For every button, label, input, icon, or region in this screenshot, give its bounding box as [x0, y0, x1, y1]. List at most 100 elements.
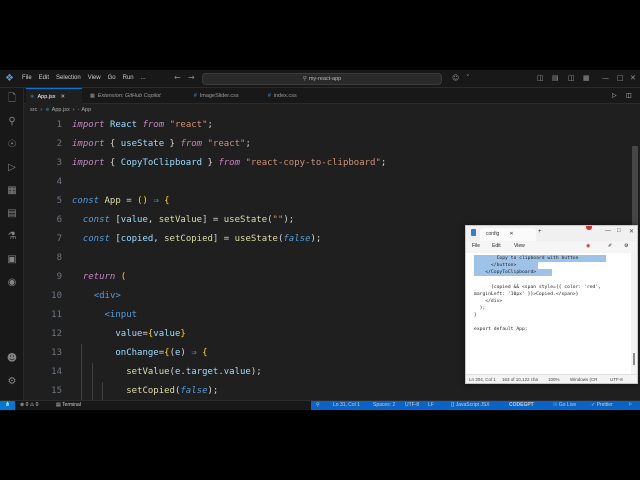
run-play-icon[interactable]: ▷	[612, 92, 617, 100]
notepad-line: marginLeft: '10px' }}>Copied.</span>}	[474, 292, 579, 297]
remote-explorer-icon[interactable]: ▤	[5, 207, 19, 221]
notepad-status-bar: Ln 304, Col 1 163 of 10,122 cha 100% Win…	[466, 374, 637, 383]
terminal-button[interactable]: ▤ Terminal	[56, 401, 81, 410]
code-line: 2 import { useState } from "react";	[56, 139, 251, 149]
css-file-icon: #	[194, 93, 197, 99]
notepad-text-area[interactable]: Copy to clipboard with button </button> …	[466, 253, 631, 374]
menu-selection[interactable]: Selection	[56, 74, 81, 83]
tab-index-css[interactable]: # index.css	[264, 88, 320, 104]
react-icon: ⚛	[30, 94, 35, 100]
notepad-menu-edit[interactable]: Edit	[492, 243, 501, 249]
explorer-icon[interactable]: 🗋	[5, 92, 19, 106]
title-bar: ❖ File Edit Selection View Go Run ... ← …	[0, 70, 640, 88]
command-center-search[interactable]: ⚲ my-react-app	[202, 73, 442, 85]
toggle-secondary-sidebar-icon[interactable]: ◫	[568, 73, 575, 83]
component-icon: ◦	[77, 107, 80, 113]
notepad-line: {copied && <span style={{ color: 'red',	[474, 285, 601, 290]
code-line: 3 import { CopyToClipboard } from "react-…	[56, 158, 387, 168]
codegpt-button[interactable]: CODEGPT	[509, 401, 534, 410]
status-bar: ⋔ ⊗ 0 ⚠ 0 ▤ Terminal ⚲ Ln 31, Col 1 Spac…	[0, 400, 640, 410]
toggle-panel-icon[interactable]: ▤	[552, 73, 559, 83]
code-line: 5 const App = () ⇒ {	[56, 196, 170, 206]
notepad-line: </button>	[474, 263, 517, 268]
code-line: 4	[56, 177, 62, 187]
forward-arrow-icon[interactable]: →	[188, 73, 195, 83]
vscode-logo-icon: ❖	[5, 73, 14, 84]
maximize-icon[interactable]: □	[617, 228, 621, 234]
notepad-tab[interactable]: config ✕	[480, 228, 536, 241]
record-indicator-icon	[586, 226, 592, 230]
breadcrumb-file[interactable]: App.jsx	[52, 107, 70, 113]
broadcast-icon: ☉	[553, 402, 558, 408]
notepad-title-bar: config ✕ + — □ ✕	[466, 226, 637, 241]
prettier-button[interactable]: ✓ Prettier	[591, 401, 613, 410]
search-icon: ⚲	[302, 76, 307, 82]
testing-icon[interactable]: ⚗	[5, 230, 19, 244]
menu-edit[interactable]: Edit	[39, 74, 49, 83]
search-icon[interactable]: ⚲	[5, 115, 19, 129]
breadcrumb-src[interactable]: src	[30, 107, 37, 113]
notepad-window[interactable]: config ✕ + — □ ✕ File Edit View ◉ ✐ ⚙ Cop…	[465, 225, 638, 384]
notifications-bell-icon[interactable]: ⚐	[628, 401, 632, 410]
split-editor-icon[interactable]: ◫	[626, 92, 632, 100]
new-tab-icon[interactable]: +	[538, 229, 542, 235]
encoding[interactable]: UTF-8	[405, 401, 419, 410]
problems-indicator[interactable]: ⊗ 0 ⚠ 0	[20, 401, 38, 410]
breadcrumb-symbol[interactable]: App	[81, 107, 91, 113]
docker-icon[interactable]: ▣	[5, 253, 19, 267]
tab-app-jsx[interactable]: ⚛ App.jsx ✕	[26, 88, 82, 104]
minimize-icon[interactable]: —	[602, 73, 609, 83]
notepad-zoom: 100%	[548, 377, 560, 382]
indentation[interactable]: Spaces: 2	[373, 401, 395, 410]
notepad-menu-file[interactable]: File	[472, 243, 480, 249]
zoom-icon[interactable]: ⚲	[316, 401, 320, 410]
code-line: 15 setCopied(false);	[51, 386, 219, 396]
chevron-down-icon[interactable]: ˅	[466, 73, 470, 83]
maximize-icon[interactable]: □	[617, 73, 624, 83]
error-icon: ⊗	[20, 402, 25, 408]
menu-bar: File Edit Selection View Go Run ...	[22, 74, 146, 83]
notepad-eol: Windows (CR	[570, 377, 598, 382]
remote-indicator-icon[interactable]: ⋔	[0, 401, 15, 410]
notepad-line: Copy to clipboard with button	[474, 256, 579, 261]
menu-view[interactable]: View	[88, 74, 101, 83]
notepad-line: }	[474, 313, 477, 318]
notepad-scrollbar[interactable]	[633, 353, 635, 365]
close-icon[interactable]: ✕	[629, 228, 634, 235]
menu-go[interactable]: Go	[108, 74, 116, 83]
settings-gear-icon[interactable]: ⚙	[624, 243, 628, 249]
back-arrow-icon[interactable]: ←	[174, 73, 181, 83]
cursor-position[interactable]: Ln 31, Col 1	[333, 401, 360, 410]
search-text: my-react-app	[308, 76, 342, 82]
go-live-button[interactable]: ☉ Go Live	[553, 401, 576, 410]
close-icon[interactable]: ✕	[630, 73, 636, 83]
breadcrumb: src › ⚛ App.jsx › ◦ App	[30, 107, 92, 113]
menu-file[interactable]: File	[22, 74, 32, 83]
end-of-line[interactable]: LF	[428, 401, 434, 410]
settings-gear-icon[interactable]: ⚙	[5, 375, 19, 389]
tab-extension-copilot[interactable]: ▦ Extension: GitHub Copilot	[86, 88, 186, 104]
tab-imageslider-css[interactable]: # ImageSlider.css	[190, 88, 260, 104]
notepad-char-count: 163 of 10,122 cha	[502, 377, 539, 382]
copilot-icon[interactable]: ◉	[586, 243, 590, 249]
terminal-icon: ▤	[56, 402, 61, 408]
close-tab-icon[interactable]: ✕	[61, 94, 66, 100]
language-mode[interactable]: {} JavaScript JSX	[451, 401, 490, 410]
run-debug-icon[interactable]: ▷	[5, 161, 19, 175]
minimize-icon[interactable]: —	[605, 228, 611, 234]
github-icon[interactable]: ◉	[5, 276, 19, 290]
copilot-icon[interactable]: ☺	[452, 73, 459, 83]
extensions-icon[interactable]: ▦	[5, 184, 19, 198]
notepad-menu-view[interactable]: View	[514, 243, 525, 249]
close-tab-icon[interactable]: ✕	[509, 231, 513, 237]
notepad-line: </div>	[474, 299, 503, 304]
notepad-line: </CopyToClipboard>	[474, 270, 537, 275]
menu-run[interactable]: Run	[123, 74, 134, 83]
source-control-icon[interactable]: ☉	[5, 138, 19, 152]
menu-more[interactable]: ...	[141, 74, 146, 83]
toggle-primary-sidebar-icon[interactable]: ◫	[537, 73, 544, 83]
notepad-encoding: UTF-8	[610, 377, 623, 382]
customize-layout-icon[interactable]: ▦	[583, 73, 590, 83]
ink-icon[interactable]: ✐	[608, 243, 612, 249]
account-icon[interactable]: ☻	[5, 352, 19, 366]
